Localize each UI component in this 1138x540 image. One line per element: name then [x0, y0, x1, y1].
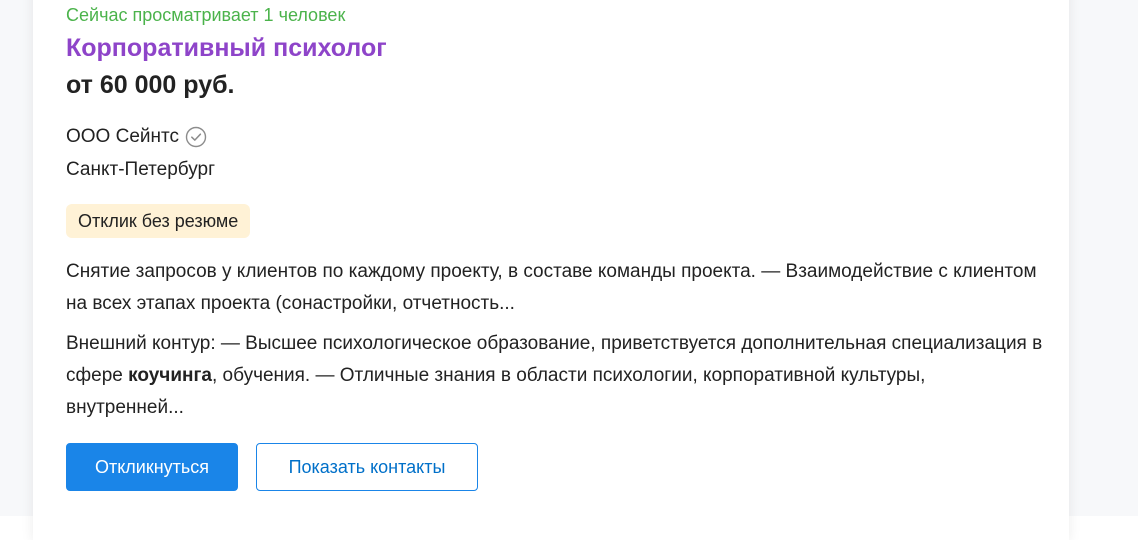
- requirements-highlight: коучинга: [128, 365, 212, 386]
- viewers-count: Сейчас просматривает 1 человек: [66, 5, 346, 25]
- no-resume-badge: Отклик без резюме: [66, 204, 251, 238]
- company-name-link[interactable]: ООО Сейнтс: [66, 126, 179, 148]
- vacancy-city: Санкт-Петербург: [66, 159, 216, 180]
- check-circle-icon: [185, 126, 207, 148]
- vacancy-requirements: Внешний контур: — Высшее психологическое…: [66, 328, 1046, 424]
- company-row: ООО Сейнтс: [66, 126, 207, 148]
- vacancy-salary: от 60 000 руб.: [66, 71, 235, 99]
- respond-button[interactable]: Откликнуться: [66, 443, 238, 491]
- show-contacts-button[interactable]: Показать контакты: [256, 443, 478, 491]
- vacancy-title-link[interactable]: Корпоративный психолог: [66, 34, 387, 63]
- vacancy-responsibilities: Снятие запросов у клиентов по каждому пр…: [66, 261, 1037, 314]
